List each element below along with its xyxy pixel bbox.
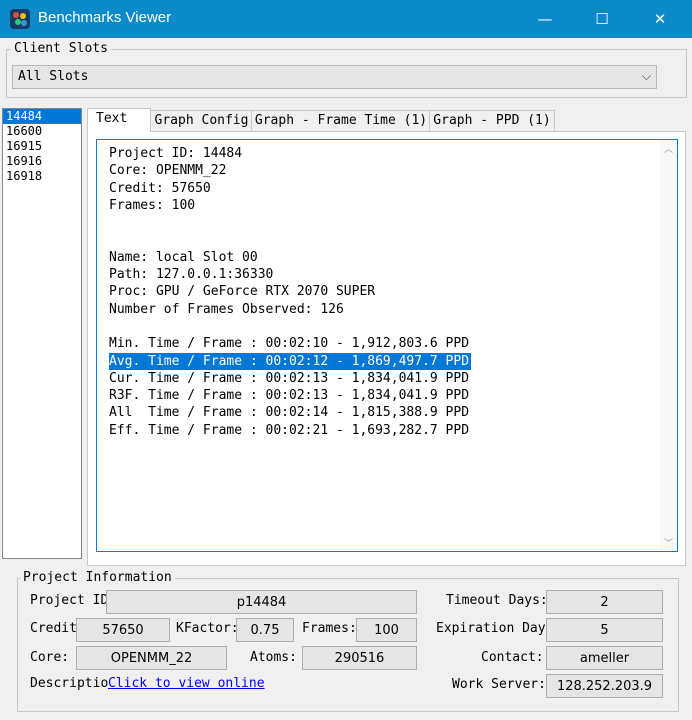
project-id-label: Project ID — [30, 593, 109, 608]
text-line: Cur. Time / Frame : 00:02:13 - 1,834,041… — [109, 370, 470, 386]
work-server-label: Work Server: — [452, 677, 546, 692]
tab-text[interactable]: Text — [87, 108, 151, 132]
list-item-project[interactable]: 16915 — [3, 139, 81, 154]
project-list[interactable]: 14484 16600 16915 16916 16918 — [2, 108, 82, 559]
tab-panel-text: Project ID: 14484 Core: OPENMM_22 Credit: … — [87, 131, 686, 566]
text-line: Name: local Slot 00 — [109, 249, 258, 265]
text-line — [109, 231, 471, 248]
project-id-field: p14484 — [106, 590, 417, 614]
tab-graph-ppd[interactable]: Graph - PPD (1) — [429, 110, 555, 131]
timeout-days-label: Timeout Days: — [446, 593, 548, 608]
list-item-project[interactable]: 14484 — [3, 109, 81, 124]
core-field: OPENMM_22 — [76, 646, 227, 670]
benchmark-text-area[interactable]: Project ID: 14484 Core: OPENMM_22 Credit: … — [96, 139, 678, 552]
project-info-label: Project Information — [20, 570, 175, 585]
text-line: Path: 127.0.0.1:36330 — [109, 267, 274, 283]
client-slots-selected: All Slots — [18, 69, 89, 84]
tab-graph-config[interactable]: Graph Config — [150, 110, 253, 131]
folding-protein-icon — [10, 9, 30, 29]
text-line-selected: Avg. Time / Frame : 00:02:12 - 1,869,497… — [109, 352, 472, 370]
window-title: Benchmarks Viewer — [38, 9, 172, 26]
text-line: Min. Time / Frame : 00:02:10 - 1,912,803… — [109, 336, 470, 352]
text-line: Credit: 57650 — [109, 180, 211, 196]
text-line: R3F. Time / Frame : 00:02:13 - 1,834,041… — [109, 388, 470, 404]
credit-label: Credit — [30, 621, 77, 636]
atoms-field: 290516 — [302, 646, 417, 670]
text-line: All Time / Frame : 00:02:14 - 1,815,388.… — [109, 405, 470, 421]
close-button[interactable]: ✕ — [637, 0, 683, 38]
core-label: Core: — [30, 650, 70, 665]
list-item-project[interactable]: 16600 — [3, 124, 81, 139]
kfactor-label: KFactor: — [176, 621, 239, 636]
text-line: Number of Frames Observed: 126 — [109, 301, 344, 317]
maximize-button[interactable]: ☐ — [579, 0, 625, 38]
contact-field: ameller — [546, 646, 663, 670]
description-label: Descriptio — [30, 676, 108, 691]
contact-label: Contact: — [481, 650, 544, 665]
kfactor-field: 0.75 — [236, 618, 294, 642]
expiration-days-label: Expiration Days — [436, 621, 548, 636]
list-item-project[interactable]: 16918 — [3, 169, 81, 184]
tab-graph-frame-time[interactable]: Graph - Frame Time (1) — [251, 110, 431, 131]
benchmark-text-lines: Project ID: 14484 Core: OPENMM_22 Credit: … — [109, 145, 472, 439]
timeout-days-field: 2 — [546, 590, 663, 614]
view-online-link[interactable]: Click to view online — [108, 676, 265, 691]
vertical-scrollbar[interactable]: ︿ ﹀ — [660, 140, 677, 551]
client-slots-label: Client Slots — [11, 41, 111, 56]
text-line — [109, 318, 471, 335]
frames-label: Frames: — [302, 621, 357, 636]
title-bar: Benchmarks Viewer — ☐ ✕ — [0, 0, 692, 38]
text-line: Core: OPENMM_22 — [109, 163, 227, 179]
frames-field: 100 — [356, 618, 417, 642]
credit-field: 57650 — [76, 618, 170, 642]
text-line: Proc: GPU / GeForce RTX 2070 SUPER — [109, 284, 376, 300]
minimize-button[interactable]: — — [522, 0, 568, 38]
atoms-label: Atoms: — [250, 650, 297, 665]
text-line: Project ID: 14484 — [109, 146, 243, 161]
text-line — [109, 214, 471, 231]
scroll-up-icon[interactable]: ︿ — [660, 142, 677, 155]
client-slots-dropdown[interactable]: All Slots ⌵ — [12, 65, 657, 89]
chevron-down-icon: ⌵ — [641, 69, 651, 83]
work-server-field: 128.252.203.9 — [546, 674, 663, 698]
expiration-days-field: 5 — [546, 618, 663, 642]
list-item-project[interactable]: 16916 — [3, 154, 81, 169]
text-line: Eff. Time / Frame : 00:02:21 - 1,693,282… — [109, 422, 470, 438]
scroll-down-icon[interactable]: ﹀ — [660, 536, 677, 549]
text-line: Frames: 100 — [109, 197, 196, 213]
